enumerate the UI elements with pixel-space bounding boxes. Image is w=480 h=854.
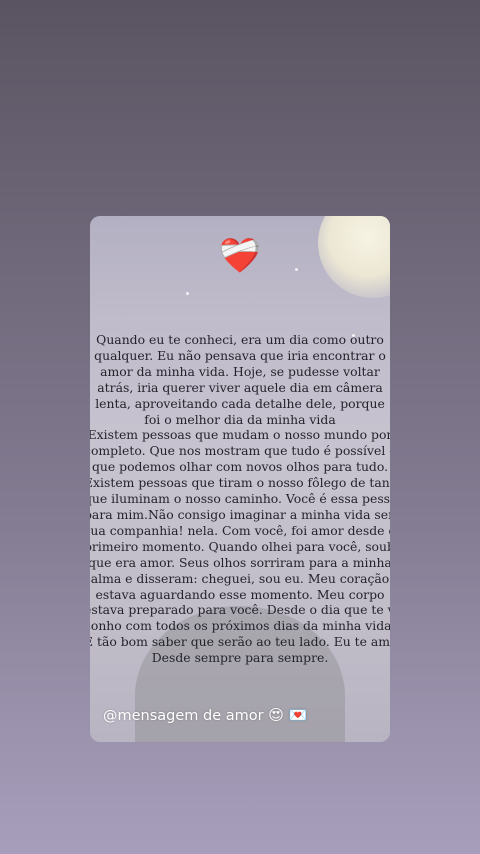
heart-glyph: ❤️‍🩹 [218,236,262,276]
message-line: que era amor. Seus olhos sorriram para a… [90,554,390,570]
screen: { "post": { "heart_icon": "heart-with-ba… [0,0,480,854]
love-message: Quando eu te conheci, era um dia como ou… [90,332,390,666]
signature-handle: @mensagem de amor [103,708,264,724]
message-line: que iluminam o nosso caminho. Você é ess… [90,491,390,507]
message-line: Quando eu te conheci, era um dia como ou… [96,332,384,347]
message-line: estava aguardando esse momento. Meu corp… [95,586,385,602]
star-dot [186,292,189,295]
message-line: Desde sempre para sempre. [151,650,329,666]
message-line: qualquer. Eu não pensava que iria encont… [94,347,386,363]
message-line: Existem pessoas que mudam o nosso mundo … [90,427,390,443]
message-line: foi o melhor dia da minha vida [144,411,336,427]
message-line: amor da minha vida. Hoje, se pudesse vol… [100,363,380,379]
message-line: lenta, aproveitando cada detalhe dele, p… [95,395,385,411]
message-line: É tão bom saber que serão ao teu lado. E… [90,634,390,650]
love-letter-emoji-icon: 💌 [288,706,308,724]
message-line: estava preparado para você. Desde o dia … [90,602,390,618]
message-line: Existem pessoas que tiram o nosso fôlego… [90,475,390,491]
message-line: para mim.Não consigo imaginar a minha vi… [90,506,390,522]
signature: @mensagem de amor 😍 💌 [103,705,307,726]
message-line: sonho com todos os próximos dias da minh… [90,618,390,634]
message-line: sua companhia! nela. Com você, foi amor … [90,522,390,538]
heart-eyes-emoji-icon: 😍 [268,706,284,724]
message-line: primeiro momento. Quando olhei para você… [90,538,390,554]
story-card: ❤️‍🩹 Quando eu te conheci, era um dia co… [90,216,390,742]
message-line: que podemos olhar com novos olhos para t… [91,459,389,475]
heart-with-bandage-icon: ❤️‍🩹 [90,236,390,276]
message-line: completo. Que nos mostram que tudo é pos… [90,443,390,459]
message-line: atrás, iria querer viver aquele dia em c… [97,379,383,395]
message-line: alma e disseram: cheguei, sou eu. Meu co… [90,570,390,586]
